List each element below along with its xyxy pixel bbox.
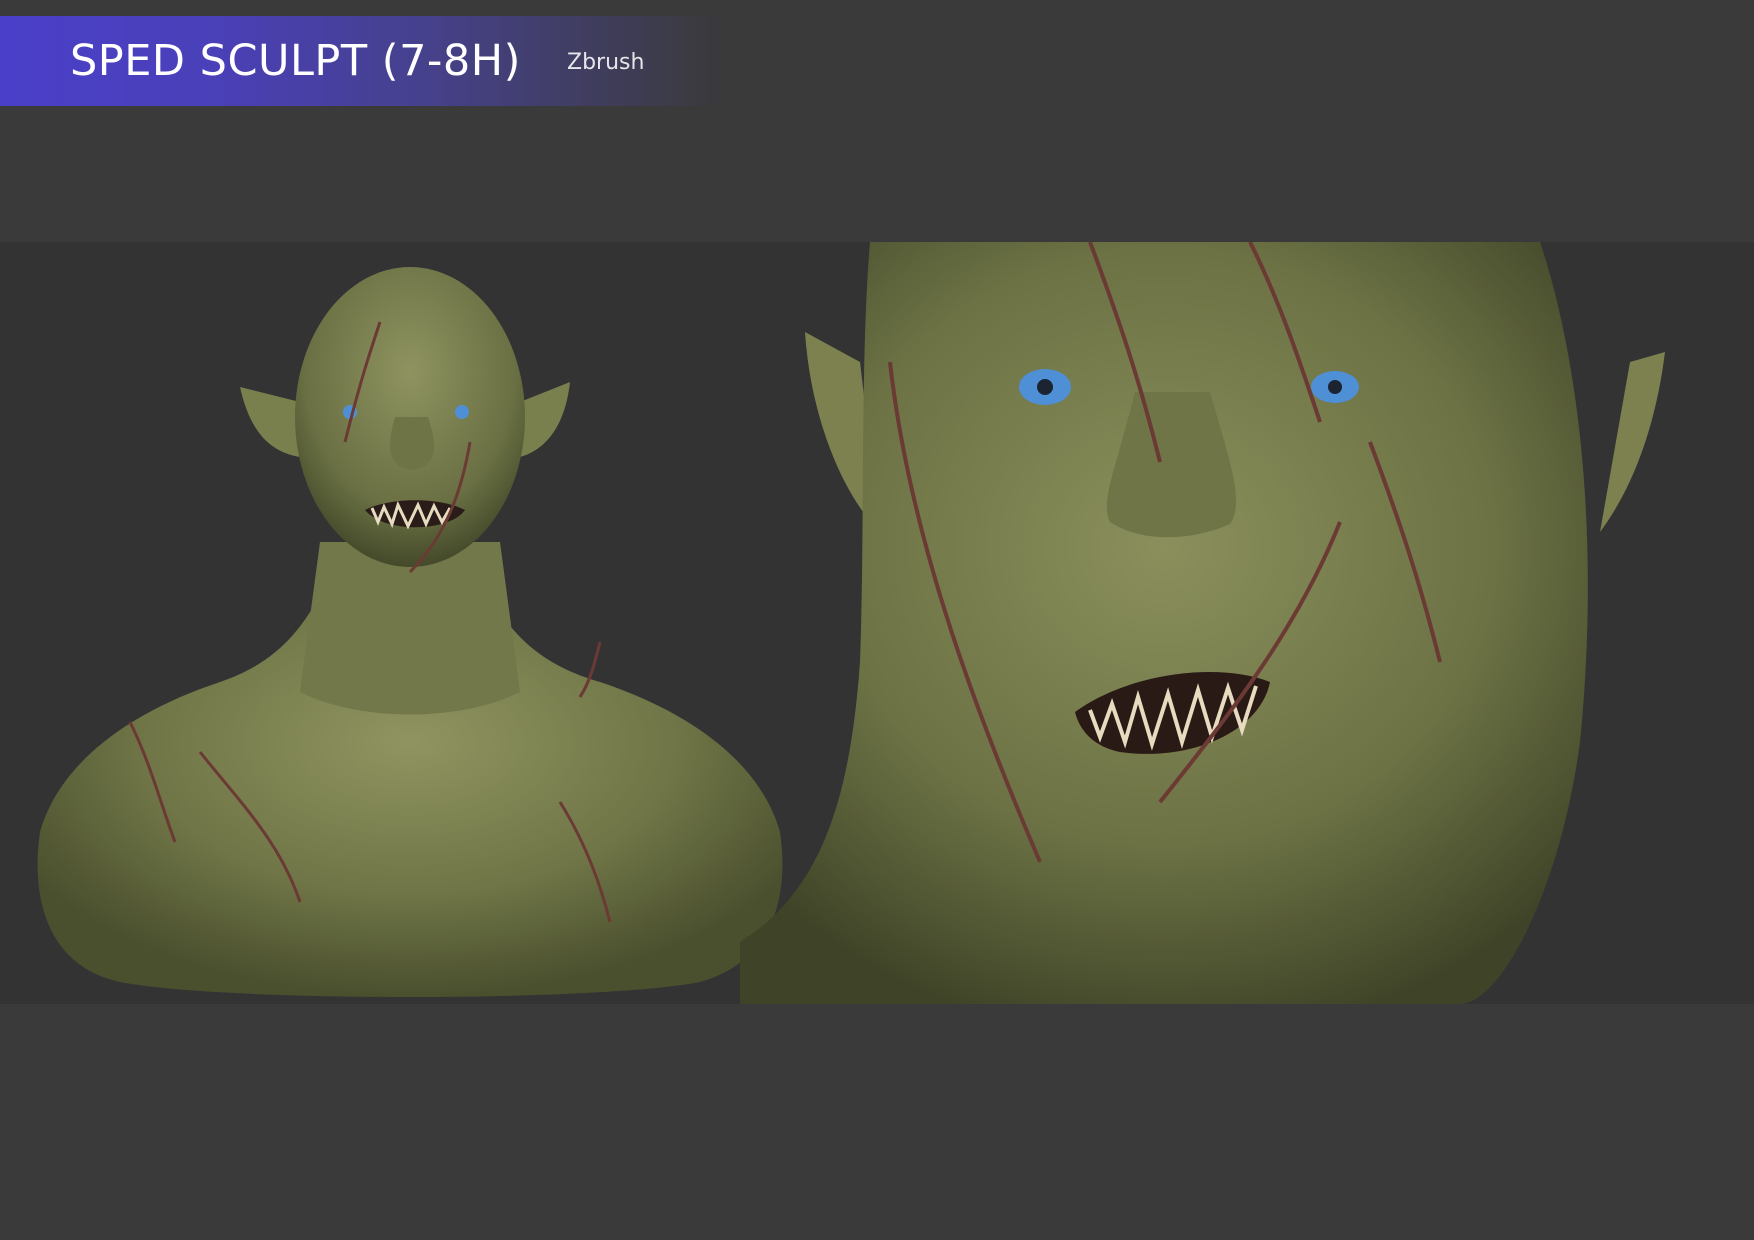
face-closeup-render — [740, 242, 1754, 1004]
page-title: SPED SCULPT (7-8H) — [70, 36, 521, 86]
closeup-right-ear — [1600, 352, 1665, 532]
software-label: Zbrush — [567, 50, 645, 75]
bust-neck — [300, 542, 520, 715]
left-ear — [240, 387, 300, 457]
right-ear — [520, 382, 570, 457]
right-eye — [455, 405, 469, 419]
bust-render — [0, 242, 820, 1004]
closeup-face — [740, 242, 1588, 1004]
